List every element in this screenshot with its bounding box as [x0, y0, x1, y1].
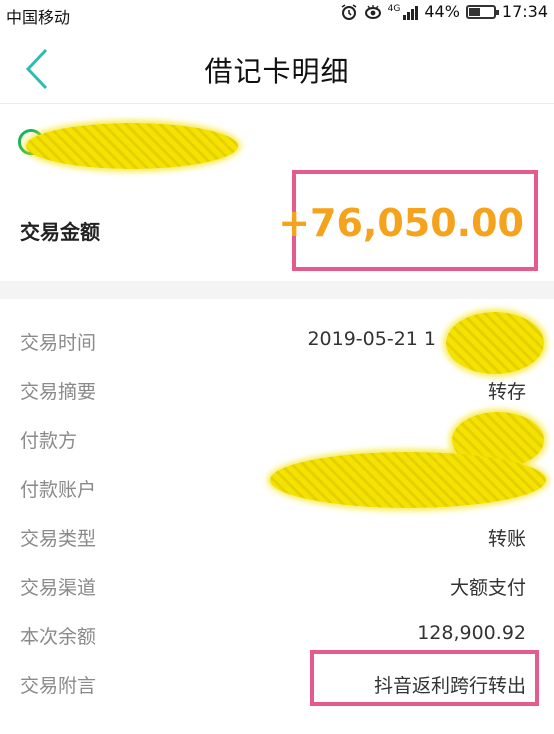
detail-value: 2019-05-21 1: [307, 328, 436, 350]
detail-row-type: 交易类型 转账: [0, 512, 554, 561]
detail-value: 转存: [487, 381, 526, 403]
redaction-mark: [446, 312, 544, 374]
transaction-summary: 交易金额 +76,050.00: [0, 105, 554, 281]
detail-label: 交易类型: [20, 528, 97, 550]
status-bar: 中国移动 4G 44% 17:34: [0, 0, 554, 36]
carrier-name: 中国移动: [6, 8, 71, 27]
nav-bar: 借记卡明细: [0, 36, 554, 104]
detail-row-channel: 交易渠道 大额支付: [0, 561, 554, 610]
amount-value: +76,050.00: [278, 201, 524, 245]
amount-highlight-box: +76,050.00: [278, 170, 538, 271]
detail-label: 交易渠道: [20, 577, 97, 599]
amount-label: 交易金额: [20, 220, 100, 244]
clock: 17:34: [501, 2, 548, 21]
detail-row-summary: 交易摘要 转存: [0, 365, 554, 414]
detail-label: 付款账户: [20, 479, 97, 501]
status-icons: 4G 44% 17:34: [340, 2, 548, 21]
network-type: 4G: [387, 3, 401, 14]
detail-label: 付款方: [20, 430, 78, 452]
page-title: 借记卡明细: [204, 55, 350, 88]
detail-value: 大额支付: [449, 577, 526, 599]
detail-value: 128,900.92: [417, 622, 526, 644]
detail-label: 本次余额: [20, 626, 97, 648]
alarm-icon: [341, 3, 357, 20]
detail-label: 交易摘要: [20, 381, 97, 403]
detail-value: 转账: [487, 528, 526, 550]
signal-icon: 4G: [388, 4, 419, 20]
redaction-mark: [26, 123, 238, 169]
note-highlight-box: [310, 650, 539, 706]
eye-icon: [364, 4, 381, 19]
section-divider: [0, 281, 554, 299]
account-info: [18, 117, 238, 169]
redaction-mark: [270, 452, 546, 508]
detail-label: 交易时间: [20, 332, 97, 354]
battery-icon: [465, 4, 499, 19]
battery-percent: 44%: [424, 2, 460, 21]
detail-label: 交易附言: [20, 675, 97, 697]
